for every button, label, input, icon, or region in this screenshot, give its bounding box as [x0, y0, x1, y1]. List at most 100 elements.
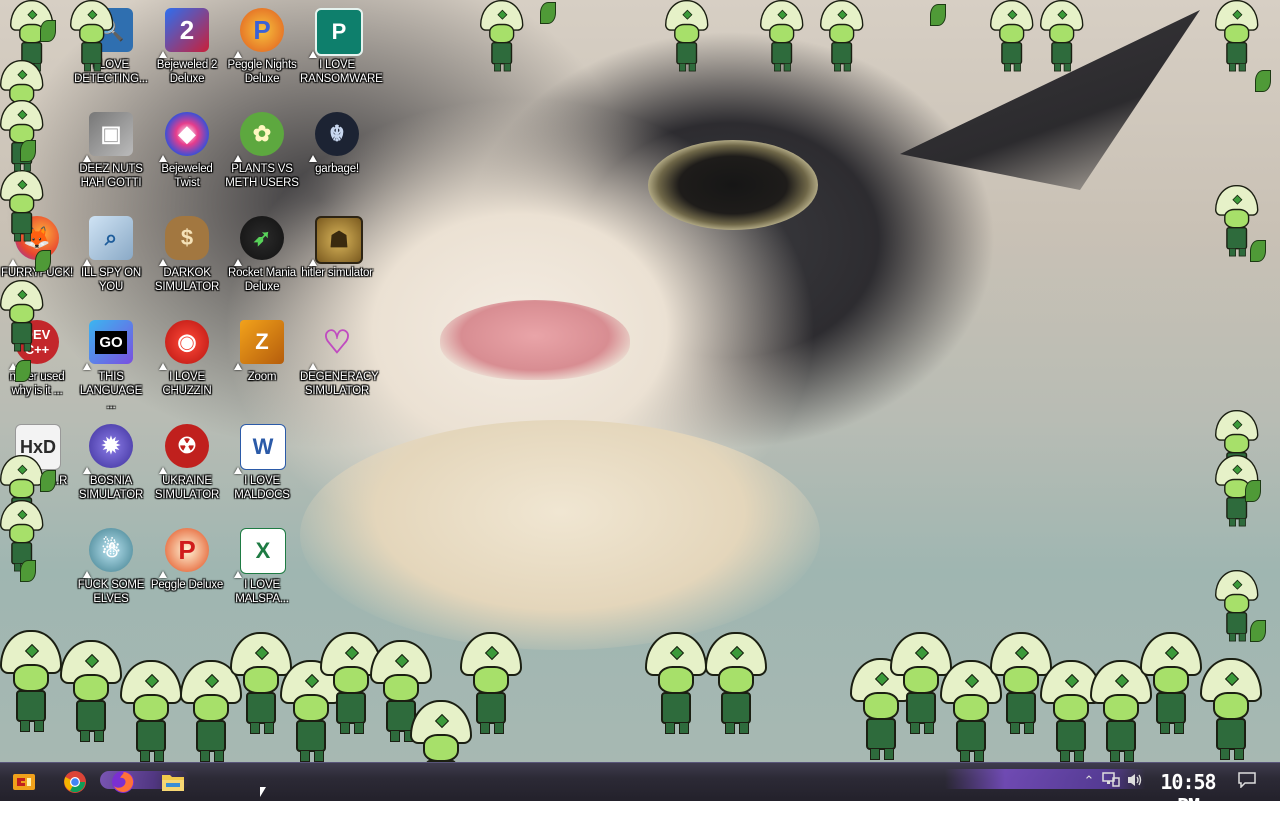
peridot-sprite	[705, 632, 767, 734]
start-button[interactable]	[6, 766, 42, 798]
desktop-icon-label: DARKOK SIMULATOR	[154, 267, 220, 293]
hex-editor-icon: HxD	[9, 424, 61, 474]
peridot-sprite	[460, 632, 522, 734]
desktop-icon-i-love-detecting[interactable]: 🔍 I LOVE DETECTING...	[74, 6, 148, 86]
desktop[interactable]: 🔍 I LOVE DETECTING... 2 Bejeweled 2 Delu…	[0, 0, 1280, 762]
desktop-icon-never-used[interactable]: DEV C++ never used why is it ...	[0, 318, 74, 398]
firefox-icon	[112, 771, 134, 793]
dragon-emblem-icon: ☬	[309, 112, 361, 162]
peridot-sprite	[10, 0, 54, 72]
leaf-decoration	[930, 4, 946, 26]
peridot-sprite	[760, 0, 804, 72]
chevron-up-icon[interactable]: ⌃	[1080, 772, 1098, 790]
desktop-icon-label: I LOVE CHUZZIN	[162, 371, 212, 397]
desktop-icon-label: FUCK SOME ELVES	[77, 579, 145, 605]
leaf-decoration	[40, 20, 56, 42]
peggle-icon: P	[159, 528, 211, 578]
peridot-sprite	[180, 660, 242, 762]
wallpaper-cat-eye	[648, 140, 818, 230]
desktop-icon-darkok[interactable]: $ DARKOK SIMULATOR	[150, 214, 224, 294]
desktop-icon-garbage[interactable]: ☬ garbage!	[300, 110, 374, 176]
network-icon[interactable]	[1102, 772, 1120, 790]
leaf-decoration	[1245, 480, 1261, 502]
leaf-decoration	[1250, 620, 1266, 642]
desktop-icon-bejeweled-2[interactable]: 2 Bejeweled 2 Deluxe	[150, 6, 224, 86]
peridot-sprite	[1215, 455, 1259, 527]
devcpp-icon: DEV C++	[9, 320, 61, 370]
leaf-decoration	[20, 560, 36, 582]
desktop-icon-hxd[interactable]: HxD SPRITE ...R	[0, 422, 74, 488]
desktop-icon-i-love-ransomware[interactable]: P I LOVE RANSOMWARE	[300, 6, 383, 86]
magnifier-monitor-icon: ⌕	[83, 216, 135, 266]
desktop-icon-label: garbage!	[315, 163, 359, 175]
peridot-sprite	[645, 632, 707, 734]
radiation-icon: ☢	[159, 424, 211, 474]
desktop-icon-peggle-deluxe[interactable]: P Peggle Deluxe	[150, 526, 224, 592]
desktop-icon-ukraine[interactable]: ☢ UKRAINE SIMULATOR	[150, 422, 224, 502]
taskbar-chrome[interactable]	[58, 766, 92, 798]
desktop-icon-label: I LOVE DETECTING...	[74, 59, 148, 85]
desktop-icon-degeneracy[interactable]: ♡ DEGENERACY SIMULATOR	[300, 318, 379, 398]
peridot-sprite	[320, 632, 382, 734]
goland-icon: GO	[83, 320, 135, 370]
desktop-icon-zoom[interactable]: Z Zoom	[225, 318, 299, 384]
desktop-icon-rocket-mania[interactable]: ➶ Rocket Mania Deluxe	[225, 214, 299, 294]
peridot-sprite	[480, 0, 524, 72]
peridot-sprite	[120, 660, 182, 762]
peridot-sprite	[1215, 185, 1259, 257]
peridot-sprite	[0, 100, 44, 172]
desktop-icon-label: UKRAINE SIMULATOR	[154, 475, 220, 501]
volume-icon[interactable]	[1126, 772, 1144, 790]
desktop-icon-deez-nuts[interactable]: ▣ DEEZ NUTS HAH GOTTI	[74, 110, 148, 190]
spiked-ball-icon: ✹	[83, 424, 135, 474]
leaf-decoration	[1250, 240, 1266, 262]
desktop-icon-label: I LOVE MALDOCS	[234, 475, 290, 501]
flower-icon: ✿	[234, 112, 286, 162]
desktop-icon-peggle-nights[interactable]: P Peggle Nights Deluxe	[225, 6, 299, 86]
peridot-sprite	[1040, 0, 1084, 72]
leaf-decoration	[540, 2, 556, 24]
rocket-icon: ➶	[234, 216, 286, 266]
taskbar-firefox[interactable]	[106, 766, 140, 798]
notification-icon[interactable]	[1238, 772, 1256, 790]
desktop-icon-label: Peggle Nights Deluxe	[227, 59, 297, 85]
desktop-icon-ill-spy[interactable]: ⌕ ILL SPY ON YOU	[74, 214, 148, 294]
firefox-icon: 🦊	[9, 216, 61, 266]
peridot-sprite	[1215, 410, 1259, 482]
taskbar-clock[interactable]: 10:58 PM	[1152, 770, 1224, 818]
taskbar-file-explorer[interactable]	[156, 766, 190, 798]
desktop-icon-furryfuck[interactable]: 🦊 FURRYFUCK!	[0, 214, 74, 280]
peggle-icon: P	[234, 8, 286, 58]
desktop-icon-label: FURRYFUCK!	[1, 267, 73, 279]
wallpaper-cat-nose	[440, 300, 630, 380]
peridot-sprite	[1215, 0, 1259, 72]
desktop-icon-label: DEEZ NUTS HAH GOTTI	[79, 163, 143, 189]
desktop-icon-label: never used why is it ...	[9, 371, 65, 397]
peridot-sprite	[0, 630, 62, 732]
desktop-icon-label: hitler simulator	[301, 267, 373, 279]
desktop-icon-bejeweled-twist[interactable]: ◆ Bejeweled Twist	[150, 110, 224, 190]
desktop-icon-elves[interactable]: ☃ FUCK SOME ELVES	[74, 526, 148, 606]
wallpaper-cat-ear	[900, 10, 1200, 190]
desktop-icon-maldocs[interactable]: W I LOVE MALDOCS	[225, 422, 299, 502]
desktop-icon-i-love-chuzzin[interactable]: ◉ I LOVE CHUZZIN	[150, 318, 224, 398]
peridot-sprite	[230, 632, 292, 734]
peridot-sprite	[1215, 570, 1259, 642]
desktop-icon-hitler-sim[interactable]: ☗ hitler simulator	[300, 214, 374, 280]
desktop-icon-malspa[interactable]: X I LOVE MALSPA...	[225, 526, 299, 606]
desktop-icon-bosnia[interactable]: ✹ BOSNIA SIMULATOR	[74, 422, 148, 502]
desktop-icon-label: Bejeweled 2 Deluxe	[156, 59, 218, 85]
desktop-icon-label: PLANTS VS METH USERS	[225, 163, 299, 189]
desktop-icon-plants-vs-meth[interactable]: ✿ PLANTS VS METH USERS	[225, 110, 299, 190]
peridot-sprite	[1200, 658, 1262, 760]
desktop-icon-label: SPRITE ...R	[6, 475, 68, 487]
app-icon: 🔍	[83, 8, 135, 58]
desktop-icon-label: DEGENERACY SIMULATOR	[300, 371, 379, 397]
desktop-icon-this-language[interactable]: GO THIS LANGUAGE ...	[74, 318, 148, 412]
peridot-sprite	[410, 700, 472, 762]
peridot-sprite	[990, 632, 1052, 734]
chrome-icon	[64, 771, 86, 793]
window-stack-icon: ▣	[83, 112, 135, 162]
leaf-decoration	[1255, 70, 1271, 92]
peridot-sprite	[370, 640, 432, 742]
